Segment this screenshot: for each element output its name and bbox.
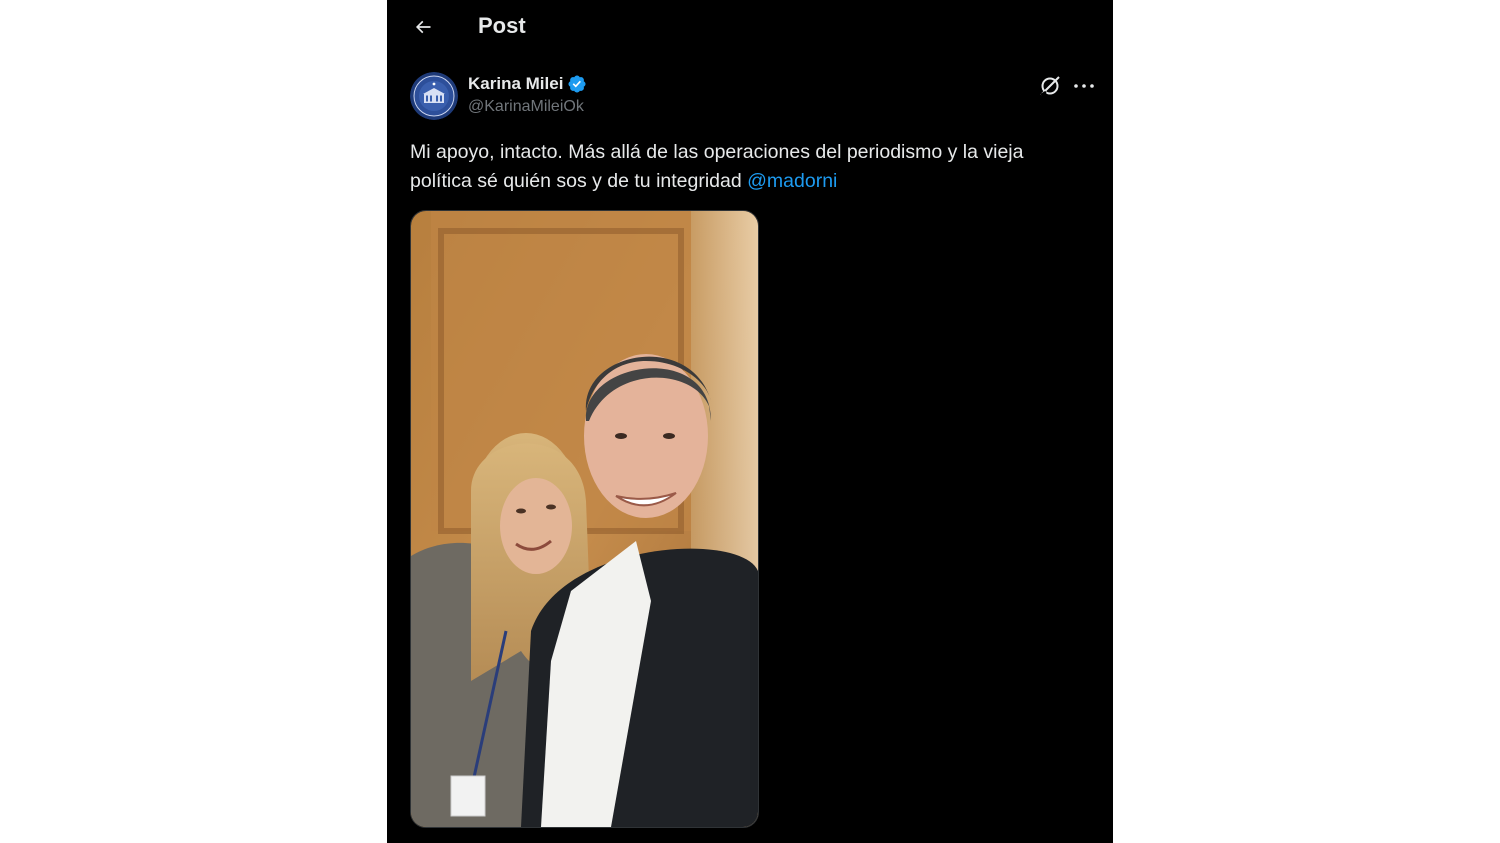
author-display-name[interactable]: Karina Milei — [468, 74, 563, 94]
grok-icon — [1040, 76, 1060, 97]
tweet-text: Mi apoyo, intacto. Más allá de las opera… — [410, 138, 1090, 196]
verified-badge-icon — [568, 75, 586, 93]
arrow-left-icon — [415, 20, 431, 34]
more-options-icon — [1074, 84, 1094, 88]
selfie-photo — [411, 211, 758, 827]
author-name-row: Karina Milei — [468, 73, 587, 95]
author-handle[interactable]: @KarinaMileiOk — [468, 98, 584, 116]
back-button[interactable] — [407, 11, 439, 43]
tweet-photo[interactable] — [410, 210, 759, 828]
seal-avatar — [410, 72, 458, 120]
post-panel: Post Karina Milei @KarinaMileiOk Mi apoy… — [387, 0, 1113, 843]
tweet-text-body: Mi apoyo, intacto. Más allá de las opera… — [410, 141, 1024, 192]
author-avatar[interactable] — [410, 72, 458, 120]
post-header: Post — [387, 0, 1113, 54]
grok-button[interactable] — [1037, 73, 1063, 99]
page-title: Post — [478, 13, 526, 38]
more-options-button[interactable] — [1071, 73, 1097, 99]
mention-link[interactable]: @madorni — [747, 170, 837, 192]
